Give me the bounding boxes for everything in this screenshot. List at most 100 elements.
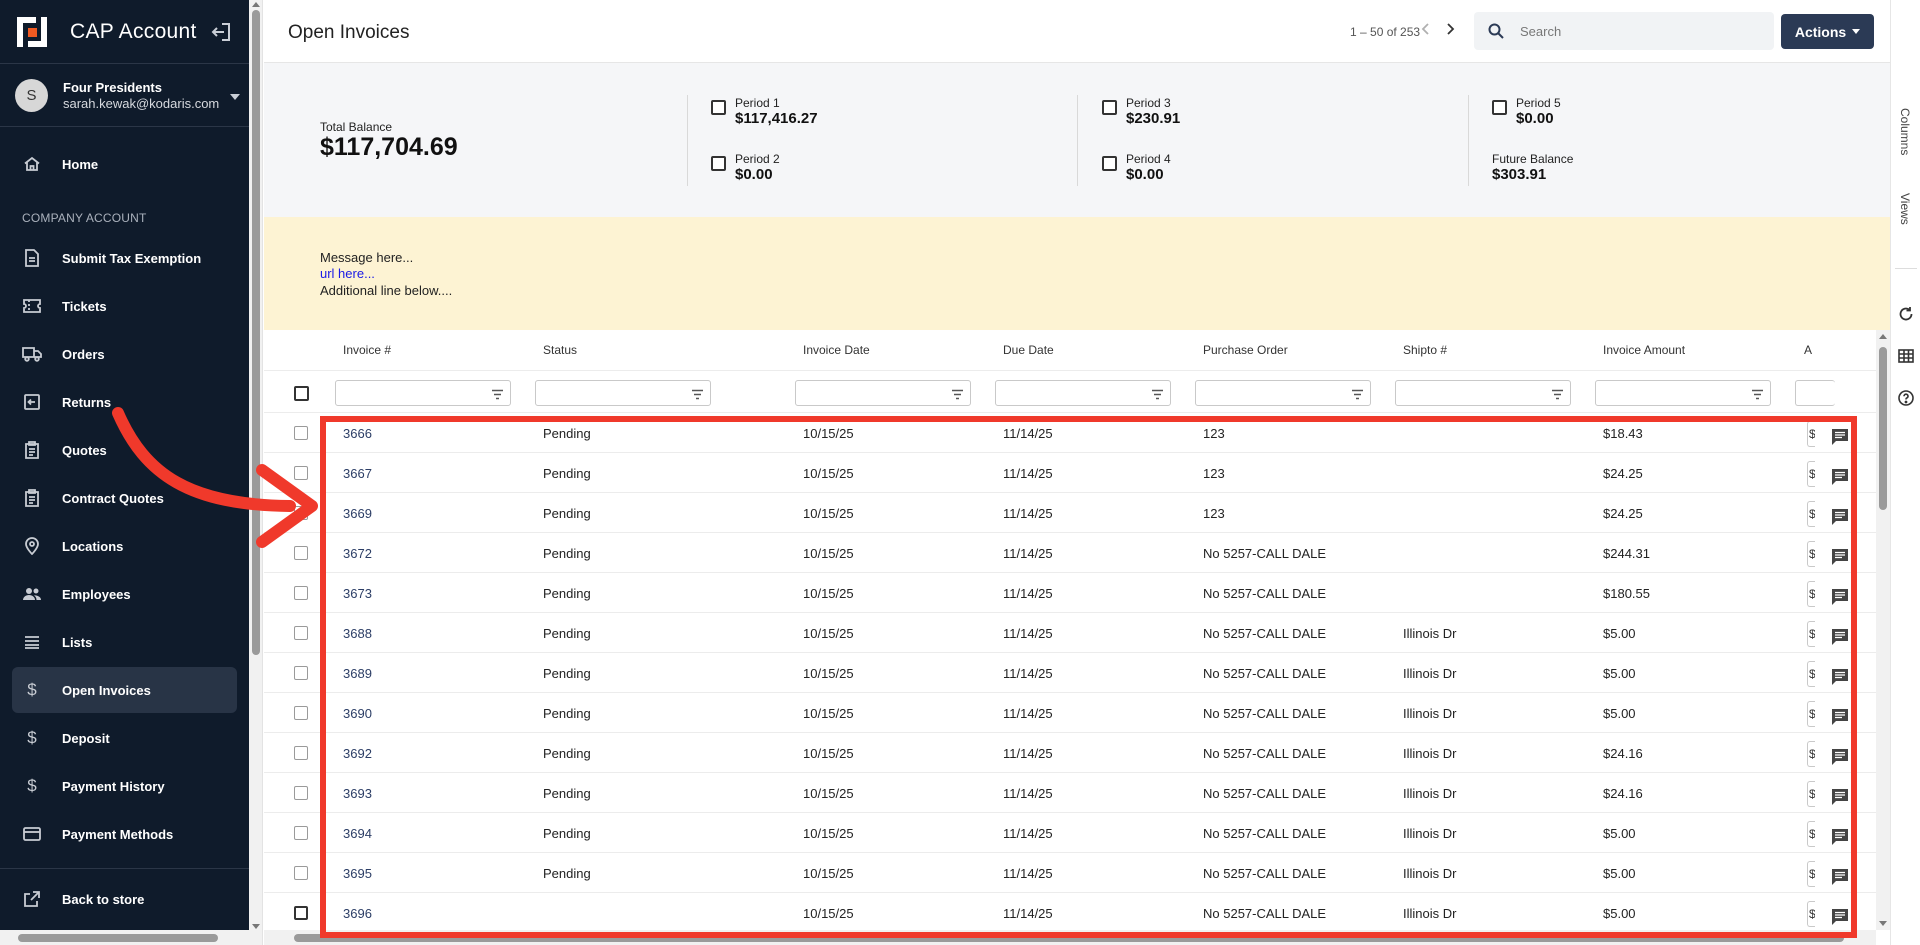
sidebar-item-locations[interactable]: Locations xyxy=(12,523,237,569)
comment-icon[interactable] xyxy=(1831,908,1849,926)
sidebar-item-quotes[interactable]: Quotes xyxy=(12,427,237,473)
cell-cut-off-input[interactable]: $ xyxy=(1807,661,1815,687)
search-input[interactable] xyxy=(1520,21,1760,41)
column-header-invoice-number[interactable]: Invoice # xyxy=(343,343,391,357)
period-1-checkbox[interactable] xyxy=(711,100,726,115)
cell-cut-off-input[interactable]: $ xyxy=(1807,861,1815,887)
cell-invoice-number[interactable]: 3694 xyxy=(343,826,372,841)
grid-horizontal-scrollbar[interactable] xyxy=(264,930,1876,945)
table-row[interactable]: 3690 Pending 10/15/25 11/14/25 No 5257-CALL … xyxy=(264,693,1876,733)
cell-invoice-number[interactable]: 3666 xyxy=(343,426,372,441)
row-checkbox[interactable] xyxy=(294,786,308,800)
cell-invoice-number[interactable]: 3696 xyxy=(343,906,372,921)
next-page-icon[interactable] xyxy=(1445,22,1461,40)
column-header-due-date[interactable]: Due Date xyxy=(1003,343,1054,357)
period-2-checkbox[interactable] xyxy=(711,156,726,171)
filter-icon[interactable] xyxy=(951,387,964,405)
table-row[interactable]: 3669 Pending 10/15/25 11/14/25 123 $24.25 $ xyxy=(264,493,1876,533)
table-row[interactable]: 3666 Pending 10/15/25 11/14/25 123 $18.43 $ xyxy=(264,413,1876,453)
filter-icon[interactable] xyxy=(491,387,504,405)
sidebar-item-home[interactable]: Home xyxy=(12,141,237,187)
filter-icon[interactable] xyxy=(1151,387,1164,405)
cell-invoice-number[interactable]: 3689 xyxy=(343,666,372,681)
cell-cut-off-input[interactable]: $ xyxy=(1807,781,1815,807)
row-checkbox[interactable] xyxy=(294,506,308,520)
table-row[interactable]: 3693 Pending 10/15/25 11/14/25 No 5257-CALL … xyxy=(264,773,1876,813)
sidebar-horizontal-scrollbar[interactable] xyxy=(0,930,249,945)
sidebar-item-tickets[interactable]: Tickets xyxy=(12,283,237,329)
sidebar-item-open-invoices[interactable]: $ Open Invoices xyxy=(12,667,237,713)
select-all-checkbox[interactable] xyxy=(294,386,309,401)
cell-invoice-number[interactable]: 3673 xyxy=(343,586,372,601)
sidebar-item-returns[interactable]: Returns xyxy=(12,379,237,425)
actions-button[interactable]: Actions xyxy=(1781,14,1874,49)
row-checkbox[interactable] xyxy=(294,546,308,560)
sidebar-item-submit-tax-exemption[interactable]: Submit Tax Exemption xyxy=(12,235,237,281)
cell-invoice-number[interactable]: 3667 xyxy=(343,466,372,481)
sidebar-item-orders[interactable]: Orders xyxy=(12,331,237,377)
row-checkbox[interactable] xyxy=(294,706,308,720)
scroll-up-arrow-icon[interactable] xyxy=(1879,334,1887,339)
filter-icon[interactable] xyxy=(691,387,704,405)
column-header-shipto[interactable]: Shipto # xyxy=(1403,343,1447,357)
comment-icon[interactable] xyxy=(1831,508,1849,526)
filter-input-due-date[interactable] xyxy=(995,380,1171,406)
cell-invoice-number[interactable]: 3695 xyxy=(343,866,372,881)
scroll-down-arrow-icon[interactable] xyxy=(1879,921,1887,926)
chevron-down-icon[interactable] xyxy=(230,94,240,100)
period-5-checkbox[interactable] xyxy=(1492,100,1507,115)
comment-icon[interactable] xyxy=(1831,628,1849,646)
comment-icon[interactable] xyxy=(1831,668,1849,686)
period-4-checkbox[interactable] xyxy=(1102,156,1117,171)
views-panel-tab[interactable]: Views xyxy=(1898,193,1912,225)
cell-cut-off-input[interactable]: $ xyxy=(1807,821,1815,847)
scroll-down-arrow-icon[interactable] xyxy=(252,924,260,929)
column-header-invoice-amount[interactable]: Invoice Amount xyxy=(1603,343,1685,357)
comment-icon[interactable] xyxy=(1831,548,1849,566)
table-row[interactable]: 3689 Pending 10/15/25 11/14/25 No 5257-CALL … xyxy=(264,653,1876,693)
cell-invoice-number[interactable]: 3672 xyxy=(343,546,372,561)
row-checkbox[interactable] xyxy=(294,666,308,680)
row-checkbox[interactable] xyxy=(294,746,308,760)
kodaris-logo-icon[interactable] xyxy=(16,16,48,48)
collapse-sidebar-icon[interactable] xyxy=(210,22,232,42)
comment-icon[interactable] xyxy=(1831,468,1849,486)
comment-icon[interactable] xyxy=(1831,708,1849,726)
column-header-status[interactable]: Status xyxy=(543,343,577,357)
filter-icon[interactable] xyxy=(1751,387,1764,405)
grid-vertical-scrollbar[interactable] xyxy=(1876,330,1890,930)
table-row[interactable]: 3694 Pending 10/15/25 11/14/25 No 5257-CALL … xyxy=(264,813,1876,853)
comment-icon[interactable] xyxy=(1831,588,1849,606)
row-checkbox[interactable] xyxy=(294,906,308,920)
sidebar-item-lists[interactable]: Lists xyxy=(12,619,237,665)
sidebar-item-employees[interactable]: Employees xyxy=(12,571,237,617)
cell-cut-off-input[interactable]: $ xyxy=(1807,621,1815,647)
table-row[interactable]: 3692 Pending 10/15/25 11/14/25 No 5257-CALL … xyxy=(264,733,1876,773)
cell-cut-off-input[interactable]: $ xyxy=(1807,421,1815,447)
sidebar-item-payment-history[interactable]: $ Payment History xyxy=(12,763,237,809)
row-checkbox[interactable] xyxy=(294,466,308,480)
row-checkbox[interactable] xyxy=(294,826,308,840)
cell-invoice-number[interactable]: 3692 xyxy=(343,746,372,761)
sidebar-scrollbar[interactable] xyxy=(249,0,263,945)
refresh-icon[interactable] xyxy=(1898,306,1914,322)
filter-icon[interactable] xyxy=(1351,387,1364,405)
scroll-up-arrow-icon[interactable] xyxy=(252,2,260,7)
period-3-checkbox[interactable] xyxy=(1102,100,1117,115)
help-icon[interactable] xyxy=(1898,390,1914,406)
cell-cut-off-input[interactable]: $ xyxy=(1807,701,1815,727)
comment-icon[interactable] xyxy=(1831,868,1849,886)
cell-cut-off-input[interactable]: $ xyxy=(1807,901,1815,927)
filter-input-cut-off[interactable] xyxy=(1795,380,1835,406)
message-link[interactable]: url here... xyxy=(320,266,375,281)
back-to-store-link[interactable]: Back to store xyxy=(12,876,237,922)
filter-input-purchase-order[interactable] xyxy=(1195,380,1371,406)
table-row[interactable]: 3667 Pending 10/15/25 11/14/25 123 $24.25 $ xyxy=(264,453,1876,493)
column-header-purchase-order[interactable]: Purchase Order xyxy=(1203,343,1288,357)
sidebar-item-payment-methods[interactable]: Payment Methods xyxy=(12,811,237,857)
cell-invoice-number[interactable]: 3688 xyxy=(343,626,372,641)
cell-cut-off-input[interactable]: $ xyxy=(1807,581,1815,607)
comment-icon[interactable] xyxy=(1831,828,1849,846)
table-row[interactable]: 3695 Pending 10/15/25 11/14/25 No 5257-CALL … xyxy=(264,853,1876,893)
scrollbar-thumb[interactable] xyxy=(252,10,260,655)
